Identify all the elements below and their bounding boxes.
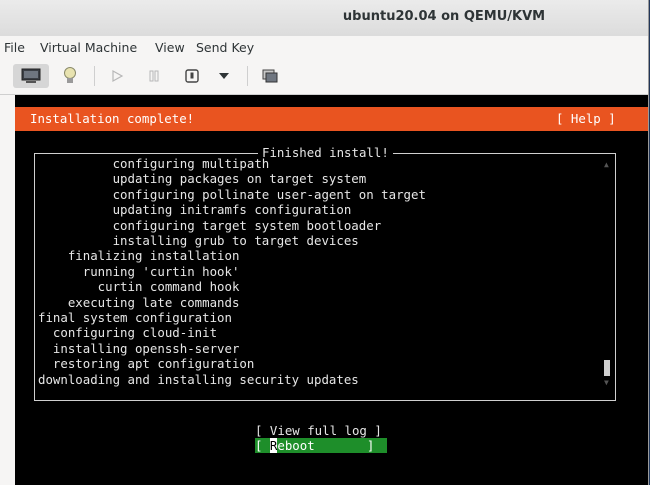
scroll-up-icon[interactable]: ▲ xyxy=(604,160,609,169)
log-line: configuring multipath xyxy=(38,156,270,171)
snapshot-icon xyxy=(262,69,278,83)
log-line: updating packages on target system xyxy=(38,171,367,187)
details-button[interactable] xyxy=(58,64,82,88)
help-button[interactable]: [ Help ] xyxy=(556,111,616,126)
menu-view[interactable]: View xyxy=(155,40,185,55)
dropdown-icon xyxy=(219,73,229,79)
install-log-title: Finished install! xyxy=(258,145,393,161)
log-line: configuring cloud-init xyxy=(38,325,218,341)
title-bar[interactable]: ubuntu20.04 on QEMU/KVM xyxy=(0,0,648,37)
pause-icon xyxy=(149,70,159,82)
console-button[interactable] xyxy=(13,64,49,88)
log-line: final system configuration xyxy=(38,310,232,325)
toolbar xyxy=(0,58,648,95)
install-log-box: Finished install! configuring multipath … xyxy=(34,145,616,401)
toolbar-separator xyxy=(247,66,248,86)
pause-button[interactable] xyxy=(142,64,166,88)
play-icon xyxy=(112,69,124,83)
snapshot-button[interactable] xyxy=(258,64,282,88)
view-full-log-button[interactable]: [ View full log ] xyxy=(255,423,382,438)
power-icon xyxy=(185,69,199,83)
scroll-down-icon[interactable]: ▼ xyxy=(604,378,609,387)
lightbulb-icon xyxy=(64,67,76,83)
reboot-label: eboot ] xyxy=(277,438,375,453)
menu-virtual-machine[interactable]: Virtual Machine xyxy=(40,40,137,55)
run-button[interactable] xyxy=(105,64,129,88)
vm-window: ubuntu20.04 on QEMU/KVM File Virtual Mac… xyxy=(0,0,649,485)
menu-send-key[interactable]: Send Key xyxy=(196,40,254,55)
log-line: curtin command hook xyxy=(38,279,240,295)
installer-header: Installation complete! [ Help ] xyxy=(15,107,648,131)
log-line: downloading and installing security upda… xyxy=(38,371,359,387)
log-line: updating initramfs configuration xyxy=(38,202,352,218)
log-line: configuring target system bootloader xyxy=(38,217,382,233)
log-line: restoring apt configuration xyxy=(38,356,255,372)
scrollbar-thumb[interactable] xyxy=(604,360,610,376)
menu-file[interactable]: File xyxy=(4,40,25,55)
installer-title: Installation complete! xyxy=(30,111,195,126)
reboot-button[interactable]: [ Reboot ] xyxy=(255,438,387,453)
log-line: finalizing installation xyxy=(38,248,240,264)
console-icon xyxy=(21,68,41,83)
shutdown-button[interactable] xyxy=(180,64,204,88)
reboot-bracket: [ xyxy=(255,438,270,453)
log-line: executing late commands xyxy=(38,294,240,310)
log-line: installing grub to target devices xyxy=(38,233,359,248)
log-line: running 'curtin hook' xyxy=(38,263,240,279)
vm-console[interactable]: Installation complete! [ Help ] Finished… xyxy=(15,95,648,485)
menu-bar: File Virtual Machine View Send Key xyxy=(0,36,648,58)
log-line: installing openssh-server xyxy=(38,340,240,356)
window-title: ubuntu20.04 on QEMU/KVM xyxy=(342,9,546,24)
log-line: configuring pollinate user-agent on targ… xyxy=(38,186,426,202)
toolbar-separator xyxy=(94,66,95,86)
shutdown-menu-button[interactable] xyxy=(213,64,235,88)
